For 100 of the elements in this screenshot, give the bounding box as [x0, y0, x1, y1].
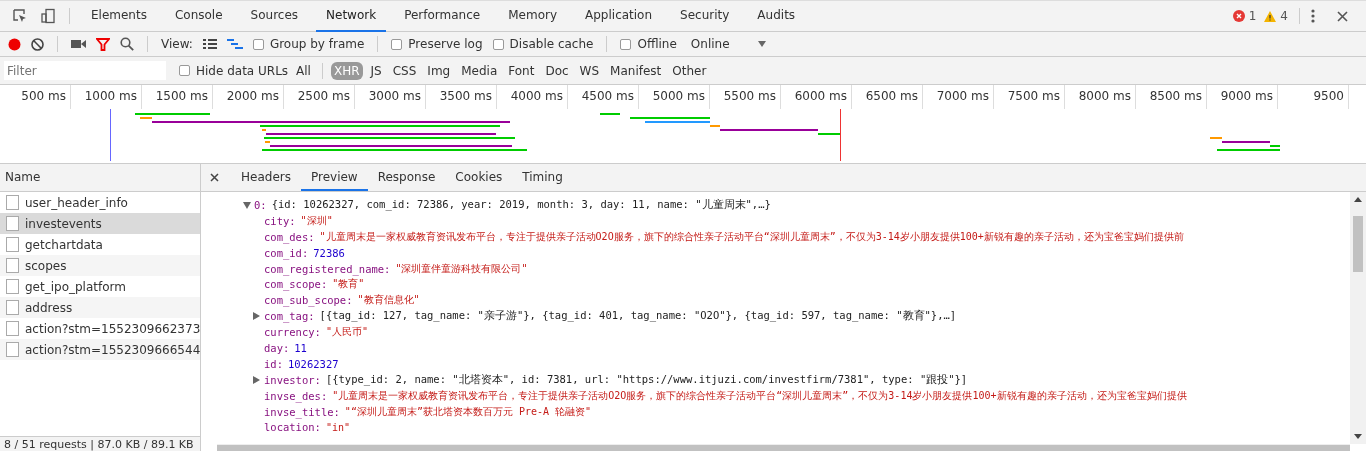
request-row[interactable]: user_header_info [0, 192, 200, 213]
time-tick-label: 2000 ms [213, 85, 284, 109]
close-icon[interactable] [1337, 10, 1348, 22]
detail-tab[interactable]: Cookies [445, 164, 513, 191]
list-view-icon[interactable] [202, 39, 217, 49]
error-icon [1232, 10, 1245, 22]
type-filter-button[interactable]: Font [505, 61, 538, 80]
request-row[interactable]: address [0, 297, 200, 318]
request-row[interactable]: getchartdata [0, 234, 200, 255]
property-value: "儿童周末是一家权威教育资讯发布平台，专注于提供亲子活动O2O服务，旗下的综合性亲子活动平台“深圳儿童周末”，不仅为3-14岁小朋友提供100+新锐有趣的亲子活动，还为宝爸宝妈们提供前 [319, 229, 1184, 244]
caret-icon[interactable] [757, 41, 766, 47]
detail-tab[interactable]: Preview [300, 164, 368, 191]
checkbox-option[interactable]: Group by frame [252, 37, 365, 51]
time-tick-label: 2500 ms [284, 85, 355, 109]
request-row[interactable]: scopes [0, 255, 200, 276]
scroll-down-icon[interactable] [1354, 434, 1362, 439]
close-icon[interactable] [210, 173, 219, 182]
waterfall-view-icon[interactable] [226, 39, 243, 49]
panel-tab[interactable]: Console [164, 0, 233, 32]
device-icon[interactable] [40, 8, 56, 24]
property-key: com_registered_name: [264, 262, 391, 275]
property-key: day: [264, 341, 290, 354]
panel-tab[interactable]: Elements [81, 0, 157, 32]
horizontal-scrollbar[interactable] [217, 444, 1350, 451]
type-filter-button[interactable]: JS [367, 61, 385, 80]
property-key: currency: [264, 326, 321, 339]
property-value: 72386 [313, 246, 345, 259]
column-header[interactable]: Name [0, 164, 200, 192]
property-value: "in" [325, 421, 350, 433]
scroll-up-icon[interactable] [1354, 197, 1362, 202]
expand-arrow-icon[interactable] [253, 375, 261, 384]
type-filter-button[interactable]: Media [458, 61, 501, 80]
time-tick-label: 5000 ms [639, 85, 710, 109]
time-tick-label: 500 ms [0, 85, 71, 109]
request-row[interactable]: investevents [0, 213, 200, 234]
type-filter-button[interactable]: WS [576, 61, 603, 80]
property-key: com_tag: [264, 310, 315, 323]
record-icon[interactable] [8, 37, 21, 51]
property-value: 10262327 [287, 357, 339, 370]
detail-tab[interactable]: Timing [512, 164, 573, 191]
panel-tab[interactable]: Performance [394, 0, 491, 32]
error-count: 1 [1248, 9, 1257, 23]
time-tick-label: 1500 ms [142, 85, 213, 109]
time-tick-label: 5500 ms [710, 85, 781, 109]
detail-tab[interactable]: Headers [231, 164, 301, 191]
property-value: "人民币" [325, 325, 368, 340]
throttling-dropdown[interactable]: Online [686, 37, 770, 51]
property-value: 11 [294, 341, 307, 354]
checkbox-option[interactable]: Preserve log [391, 37, 483, 51]
checkbox-option[interactable]: Offline [620, 37, 677, 51]
property-value: "深圳童伴童游科技有限公司" [395, 261, 528, 276]
property-value: "教育信息化" [357, 293, 420, 308]
time-tick-label: 4500 ms [568, 85, 639, 109]
detail-tab[interactable]: Response [367, 164, 446, 191]
property-key: com_id: [264, 246, 309, 259]
video-camera-icon[interactable] [71, 39, 86, 49]
view-label: View: [161, 37, 193, 51]
type-filter-button[interactable]: Img [424, 61, 454, 80]
warning-icon [1264, 10, 1277, 22]
property-value: "儿童周末是一家权威教育资讯发布平台，专注于提供亲子活动O2O服务，旗下的综合性亲子活动平台“深圳儿童周末”，不仅为3-14岁小朋友提供100+新锐有趣的亲子活动，还为宝爸宝妈们提供 [332, 388, 1187, 403]
property-key: location: [264, 421, 321, 434]
time-tick-label: 8000 ms [1065, 85, 1136, 109]
panel-tab[interactable]: Security [670, 0, 740, 32]
property-key: com_sub_scope: [264, 294, 353, 307]
checkbox-option[interactable]: Disable cache [492, 37, 594, 51]
request-row[interactable]: get_ipo_platform [0, 276, 200, 297]
property-value: "“深圳儿童周末”获北塔资本数百万元 Pre-A 轮融资" [344, 404, 592, 419]
type-filter-button[interactable]: Other [669, 61, 710, 80]
expand-arrow-icon[interactable] [253, 312, 261, 321]
expand-arrow-icon[interactable] [243, 200, 251, 209]
time-tick-label: 3500 ms [426, 85, 497, 109]
panel-tab[interactable]: Application [575, 0, 663, 32]
scrollbar-thumb[interactable] [1353, 216, 1363, 272]
checkbox-option[interactable]: Hide data URLs [179, 63, 289, 78]
request-row[interactable]: action?stm=1552309666544 [0, 339, 200, 360]
panel-tab[interactable]: Audits [747, 0, 806, 32]
type-filter-button[interactable]: CSS [389, 61, 420, 80]
property-value: [{tag_id: 127, tag_name: "亲子游"}, {tag_id: 401, tag_name: "O2O"}, {tag_id: 597, tag_name: "教育"},…] [319, 309, 957, 324]
property-key: invse_title: [264, 405, 340, 418]
type-filter-button[interactable]: Doc [542, 61, 572, 80]
filter-icon[interactable] [96, 37, 110, 51]
time-tick-label: 1000 ms [71, 85, 142, 109]
time-tick-label: 7500 ms [994, 85, 1065, 109]
property-key: com_scope: [264, 278, 328, 291]
property-key: city: [264, 214, 296, 227]
type-filter-button[interactable]: All [293, 61, 314, 80]
time-tick-label: 6000 ms [781, 85, 852, 109]
type-filter-button[interactable]: Manifest [607, 61, 665, 80]
panel-tab[interactable]: Memory [498, 0, 567, 32]
filter-field[interactable]: Filter [4, 61, 166, 80]
warning-count: 4 [1280, 9, 1288, 23]
property-key: 0: [254, 198, 267, 211]
search-icon[interactable] [120, 37, 134, 51]
request-row[interactable]: action?stm=1552309662373 [0, 318, 200, 339]
panel-tab[interactable]: Sources [240, 0, 309, 32]
time-tick-label: 9000 ms [1207, 85, 1278, 109]
more-options-icon[interactable] [1311, 9, 1315, 23]
inspect-icon[interactable] [12, 8, 28, 24]
property-value: {id: 10262327, com_id: 72386, year: 2019, month: 3, day: 11, name: "儿童周末",…} [271, 197, 771, 212]
clear-icon[interactable] [31, 37, 44, 51]
